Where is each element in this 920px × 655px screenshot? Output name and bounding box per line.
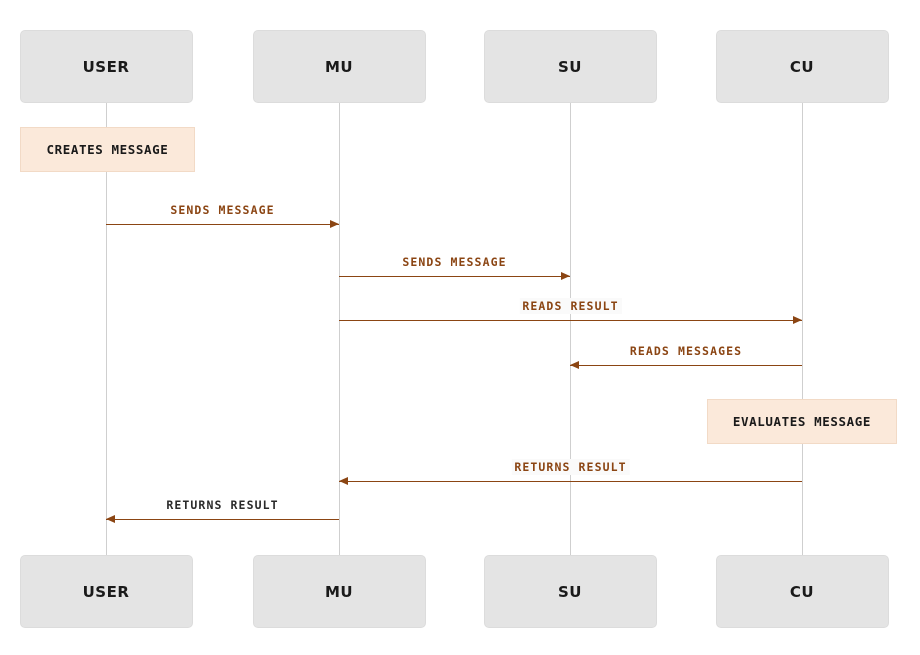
message-line-m2 bbox=[339, 276, 570, 277]
lifeline-cu bbox=[801, 103, 803, 555]
action-label-evaluates-message: EVALUATES MESSAGE bbox=[732, 414, 872, 429]
participant-user-footer[interactable]: USER bbox=[19, 555, 193, 628]
sequence-diagram: USER MU SU CU SENDS MESSAGE SENDS MESSAGE REA… bbox=[0, 0, 920, 655]
participant-su-footer[interactable]: SU bbox=[483, 555, 657, 628]
lifeline-su bbox=[569, 103, 571, 555]
participant-mu-footer[interactable]: MU bbox=[252, 555, 426, 628]
participant-cu-header[interactable]: CU bbox=[715, 30, 889, 103]
participant-label-cu-footer: CU bbox=[789, 582, 815, 601]
message-line-m3 bbox=[339, 320, 802, 321]
message-line-m4 bbox=[570, 365, 802, 366]
message-label-m2: SENDS MESSAGE bbox=[402, 255, 507, 269]
message-label-m6: RETURNS RESULT bbox=[166, 498, 279, 512]
participant-su-header[interactable]: SU bbox=[483, 30, 657, 103]
message-label-m4: READS MESSAGES bbox=[629, 344, 743, 358]
message-label-m5: RETURNS RESULT bbox=[511, 459, 630, 475]
arrowhead-left-m5 bbox=[339, 477, 348, 486]
action-label-creates-message: CREATES MESSAGE bbox=[46, 142, 169, 157]
participant-label-mu-header: MU bbox=[324, 57, 354, 76]
participant-label-cu-header: CU bbox=[789, 57, 815, 76]
lifeline-mu bbox=[338, 103, 340, 555]
participant-label-su-footer: SU bbox=[558, 582, 582, 601]
arrowhead-left-m4 bbox=[570, 361, 579, 370]
arrowhead-right-m1 bbox=[330, 220, 339, 229]
arrowhead-right-m3 bbox=[793, 316, 802, 325]
participant-label-user-footer: USER bbox=[82, 582, 130, 601]
message-line-m5 bbox=[339, 481, 802, 482]
message-line-m1 bbox=[106, 224, 339, 225]
participant-label-user-header: USER bbox=[82, 57, 130, 76]
action-box-creates-message[interactable]: CREATES MESSAGE bbox=[20, 127, 195, 172]
message-line-m6 bbox=[106, 519, 339, 520]
participant-label-mu-footer: MU bbox=[324, 582, 354, 601]
participant-cu-footer[interactable]: CU bbox=[715, 555, 889, 628]
arrowhead-right-m2 bbox=[561, 272, 570, 281]
participant-label-su-header: SU bbox=[558, 57, 582, 76]
participant-user-header[interactable]: USER bbox=[19, 30, 193, 103]
arrowhead-left-m6 bbox=[106, 515, 115, 524]
participant-mu-header[interactable]: MU bbox=[252, 30, 426, 103]
action-box-evaluates-message[interactable]: EVALUATES MESSAGE bbox=[707, 399, 897, 444]
message-label-m1: SENDS MESSAGE bbox=[170, 203, 275, 217]
message-label-m3: READS RESULT bbox=[519, 298, 622, 314]
